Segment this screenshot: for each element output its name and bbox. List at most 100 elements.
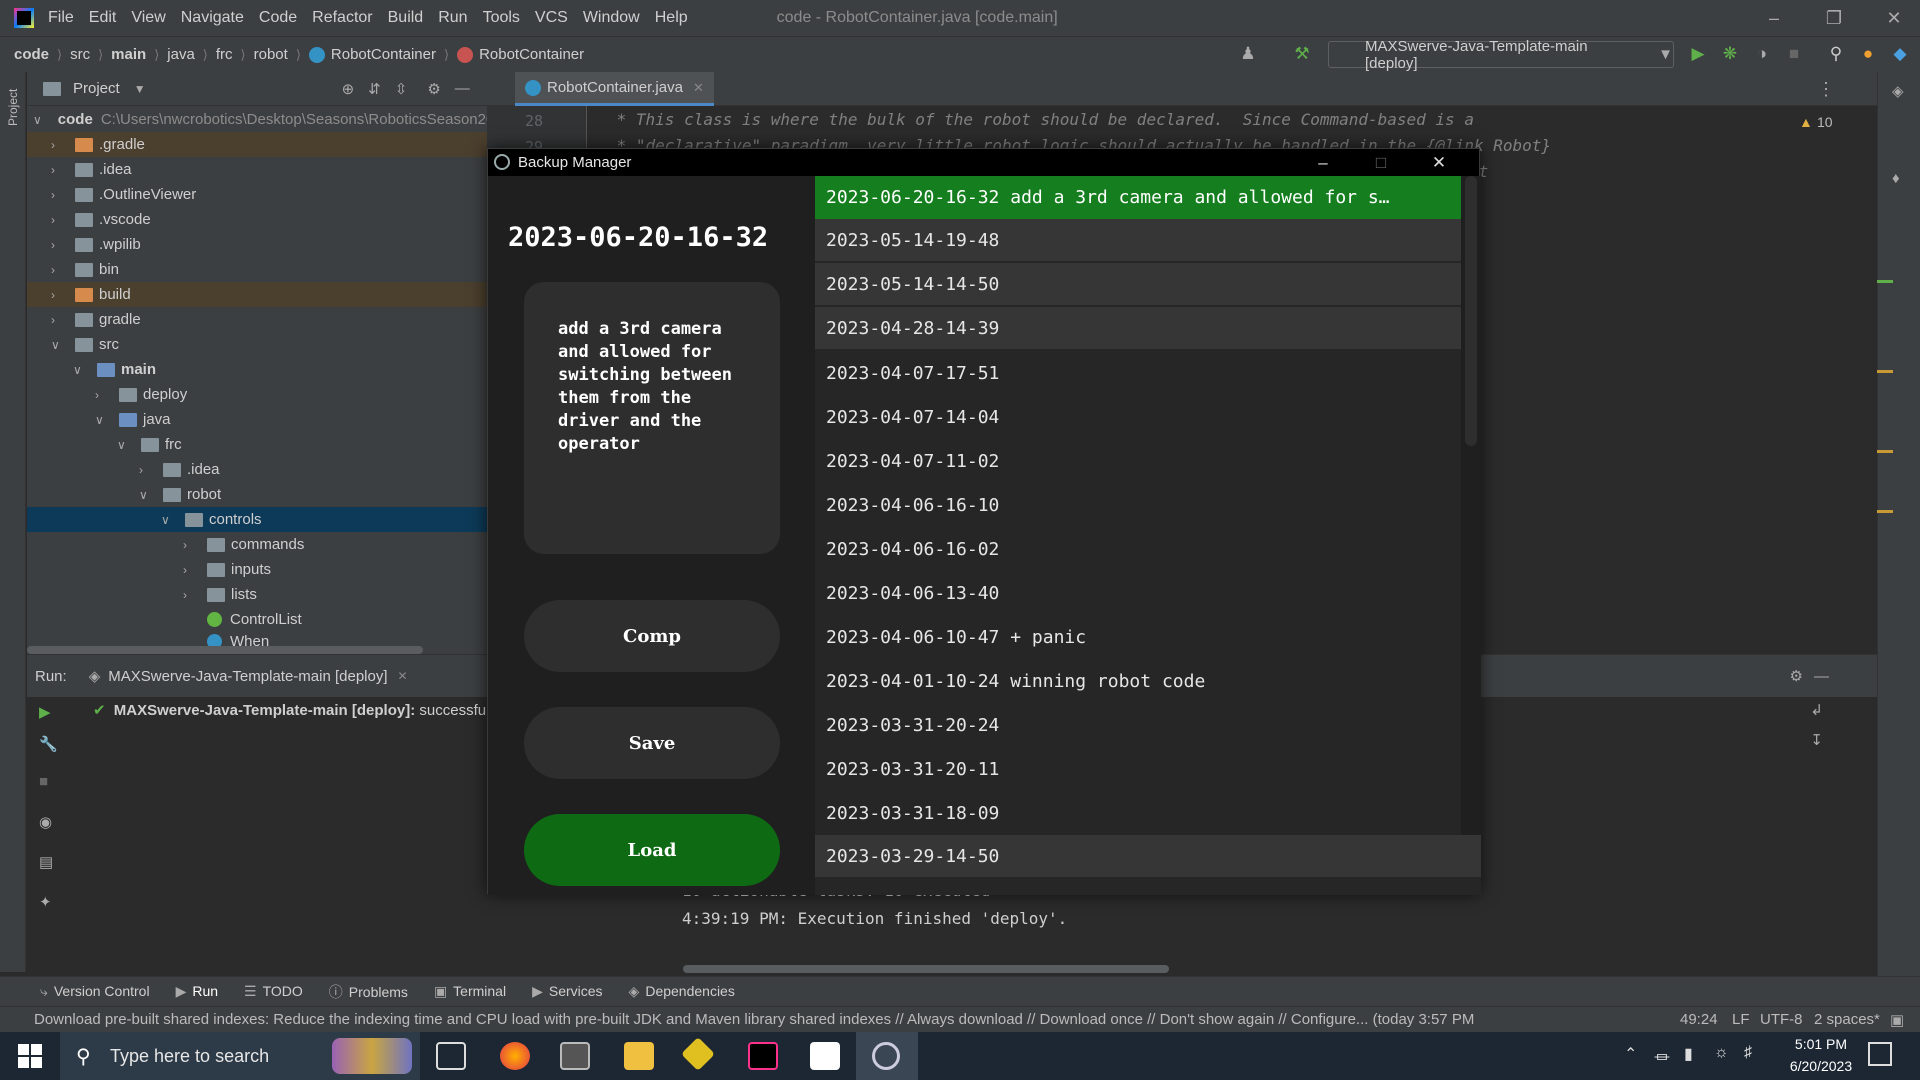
close-icon[interactable]: ✕: [398, 669, 408, 683]
menu-code[interactable]: Code: [259, 9, 297, 27]
file-encoding[interactable]: UTF-8: [1760, 1011, 1803, 1028]
tree-item[interactable]: ∨ robot: [27, 482, 487, 507]
coverage-icon[interactable]: ◑: [1752, 44, 1772, 64]
tree-item[interactable]: › build: [27, 282, 487, 307]
intellij-logo-icon[interactable]: [14, 8, 34, 28]
tree-item[interactable]: › deploy: [27, 382, 487, 407]
crumb-code[interactable]: code: [14, 46, 49, 63]
backup-list-item[interactable]: 2023-04-06-16-02: [815, 527, 1461, 571]
menu-edit[interactable]: Edit: [89, 9, 117, 27]
run-tab[interactable]: MAXSwerve-Java-Template-main [deploy]: [108, 668, 387, 685]
vertical-scrollbar[interactable]: [1461, 176, 1481, 835]
backup-list-item[interactable]: 2023-04-06-10-47 + panic: [815, 615, 1461, 659]
load-button[interactable]: Load: [524, 814, 780, 886]
stop-icon[interactable]: ■: [1784, 44, 1804, 64]
crumb-src[interactable]: src: [70, 46, 90, 63]
hide-icon[interactable]: —: [455, 80, 470, 97]
backup-list-item[interactable]: 2023-04-28-14-39: [815, 307, 1461, 351]
crumb-java[interactable]: java: [167, 46, 195, 63]
tab-run[interactable]: ▶ Run: [176, 983, 218, 1000]
wrench-icon[interactable]: 🔧: [39, 735, 58, 753]
tab-services[interactable]: ▶ Services: [532, 983, 602, 1000]
restore-button[interactable]: ❐: [1804, 0, 1864, 36]
taskbar-search[interactable]: ⚲ Type here to search: [60, 1032, 420, 1080]
scroll-to-end-icon[interactable]: ↧: [1810, 731, 1823, 749]
tree-item[interactable]: › commands: [27, 532, 487, 557]
tree-root[interactable]: ∨ code C:\Users\nwcrobotics\Desktop\Season…: [27, 107, 487, 132]
minimize-button[interactable]: –: [1294, 149, 1352, 176]
tree-item[interactable]: › gradle: [27, 307, 487, 332]
tree-item[interactable]: › lists: [27, 582, 487, 607]
notifications-icon[interactable]: ♦: [1892, 170, 1900, 187]
tab-robotcontainer[interactable]: RobotContainer.java ✕: [515, 72, 714, 106]
backup-list-item[interactable]: 2023-03-31-20-24: [815, 703, 1461, 747]
tree-item[interactable]: › .gradle: [27, 132, 487, 157]
run-icon[interactable]: ▶: [1688, 44, 1708, 64]
crumb-frc[interactable]: frc: [216, 46, 233, 63]
windows-start-icon[interactable]: [18, 1044, 42, 1068]
user-icon[interactable]: ♟: [1238, 44, 1258, 64]
soft-wrap-icon[interactable]: ↲: [1810, 701, 1823, 719]
backup-list-item[interactable]: 2023-03-29-14-50: [815, 835, 1481, 879]
tree-item[interactable]: › .vscode: [27, 207, 487, 232]
horizontal-scrollbar[interactable]: [683, 965, 1169, 973]
backup-list-item[interactable]: 2023-05-14-19-48: [815, 219, 1461, 263]
crumb-class[interactable]: RobotContainer: [331, 46, 436, 63]
backup-list-item[interactable]: 2023-04-01-10-24 winning robot code: [815, 659, 1461, 703]
tree-item[interactable]: ∨ main: [27, 357, 487, 382]
update-icon[interactable]: ●: [1858, 44, 1878, 64]
eye-icon[interactable]: ◉: [39, 813, 52, 831]
tree-item[interactable]: › inputs: [27, 557, 487, 582]
backup-manager-titlebar[interactable]: Backup Manager – □ ✕: [488, 149, 1479, 176]
plugin-icon[interactable]: ◆: [1890, 44, 1910, 64]
backup-list-item[interactable]: 2023-04-07-17-51: [815, 351, 1461, 395]
menu-vcs[interactable]: VCS: [535, 9, 568, 27]
tree-item[interactable]: › .idea: [27, 157, 487, 182]
tree-item[interactable]: › .idea: [27, 457, 487, 482]
indent-setting[interactable]: 2 spaces*: [1814, 1011, 1880, 1028]
save-button[interactable]: Save: [524, 707, 780, 779]
tree-item[interactable]: › .OutlineViewer: [27, 182, 487, 207]
menu-navigate[interactable]: Navigate: [181, 9, 244, 27]
close-button[interactable]: ✕: [1864, 0, 1920, 36]
tree-item[interactable]: ∨ java: [27, 407, 487, 432]
tray-usb-icon[interactable]: ⏛: [1654, 1044, 1670, 1068]
menu-file[interactable]: File: [48, 9, 74, 27]
crumb-robot[interactable]: robot: [254, 46, 288, 63]
menu-build[interactable]: Build: [388, 9, 424, 27]
tab-terminal[interactable]: ▣ Terminal: [434, 983, 506, 1000]
clock-time[interactable]: 5:01 PM: [1786, 1036, 1856, 1052]
intellij-icon[interactable]: [748, 1042, 778, 1070]
close-icon[interactable]: ✕: [693, 80, 704, 96]
run-entry[interactable]: ✔ MAXSwerve-Java-Template-main [deploy]:…: [93, 701, 486, 719]
media-player-icon[interactable]: [560, 1042, 590, 1070]
menu-tools[interactable]: Tools: [483, 9, 520, 27]
notifications-icon[interactable]: [1868, 1042, 1892, 1066]
backup-list-item[interactable]: 2023-04-07-11-02: [815, 439, 1461, 483]
pin-icon[interactable]: ✦: [39, 893, 52, 911]
status-message[interactable]: Download pre-built shared indexes: Reduc…: [34, 1011, 1474, 1028]
build-hammer-icon[interactable]: ⚒: [1292, 44, 1312, 64]
warning-icon[interactable]: ▲: [1799, 114, 1813, 130]
locate-icon[interactable]: ⊕: [342, 80, 355, 98]
network-icon[interactable]: ☼: [1714, 1044, 1729, 1062]
backup-list-item-selected[interactable]: 2023-06-20-16-32 add a 3rd camera and al…: [815, 176, 1461, 219]
battery-icon[interactable]: ▮: [1684, 1044, 1693, 1064]
tree-item[interactable]: ∨ src: [27, 332, 487, 357]
hide-icon[interactable]: —: [1814, 668, 1829, 685]
gradle-icon[interactable]: ◈: [1892, 82, 1904, 100]
layout-icon[interactable]: ▤: [39, 853, 53, 871]
clock-date[interactable]: 6/20/2023: [1776, 1058, 1866, 1074]
collapse-all-icon[interactable]: ⇳: [395, 80, 408, 98]
tab-version-control[interactable]: ⤷ Version Control: [40, 983, 150, 1000]
horizontal-scrollbar[interactable]: [27, 646, 423, 654]
backup-list-item[interactable]: 2023-04-07-14-04: [815, 395, 1461, 439]
menu-window[interactable]: Window: [583, 9, 640, 27]
driver-station-icon[interactable]: [810, 1042, 840, 1070]
backup-list-item[interactable]: 2023-04-06-16-10: [815, 483, 1461, 527]
task-view-icon[interactable]: [436, 1042, 466, 1070]
tree-item[interactable]: ControlList: [27, 607, 487, 632]
chevron-down-icon[interactable]: ▼: [134, 82, 146, 96]
scrollbar-thumb[interactable]: [1465, 176, 1477, 446]
line-separator[interactable]: LF: [1732, 1011, 1750, 1028]
